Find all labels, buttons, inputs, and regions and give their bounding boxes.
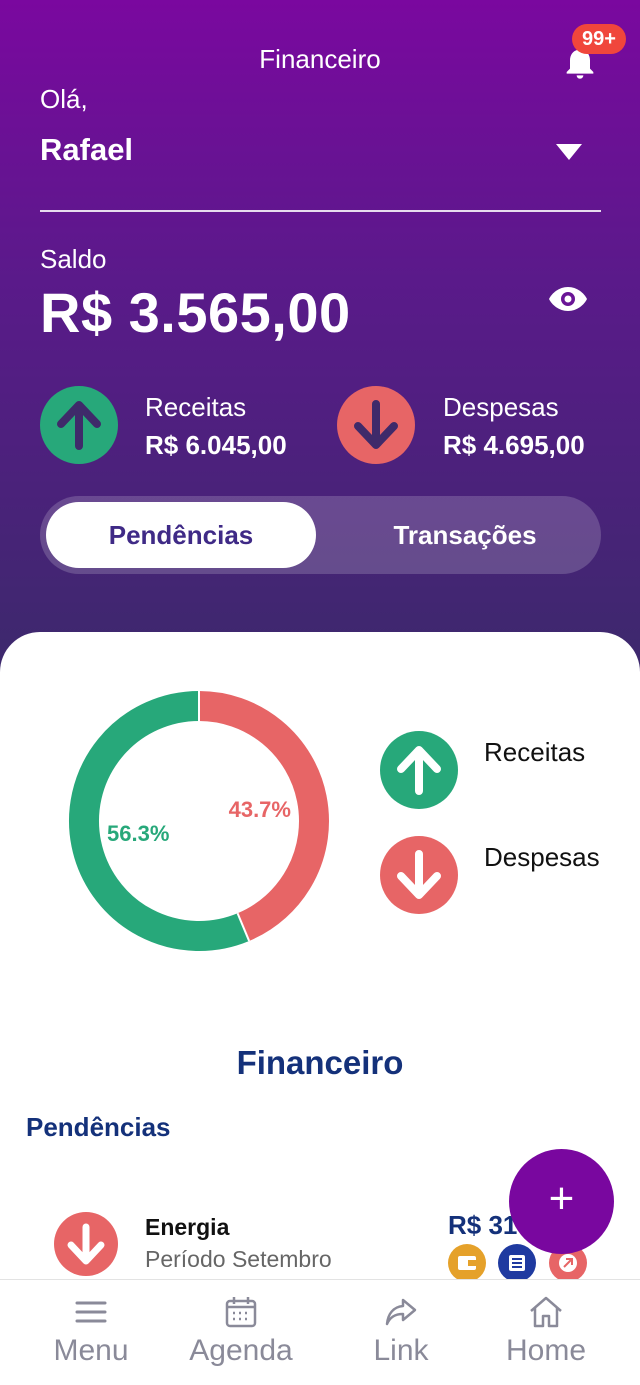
page-title: Financeiro [259,44,381,74]
expense-legend-icon [380,836,458,914]
balance-label: Saldo [40,244,107,274]
income-arrow-icon [40,386,118,464]
notification-badge[interactable]: 99+ [572,24,626,54]
list-details-icon[interactable] [498,1244,536,1282]
eye-icon[interactable] [548,284,588,314]
calendar-icon [225,1297,257,1328]
expense-value: R$ 4.695,00 [443,430,585,460]
header: Financeiro 99+ Olá, Rafael Saldo R$ 3.56… [0,0,640,700]
section-subtitle: Pendências [26,1112,171,1142]
wallet-icon[interactable] [448,1244,486,1282]
nav-menu[interactable]: Menu [20,1280,162,1385]
add-button[interactable]: + [509,1149,614,1254]
tab-transacoes[interactable]: Transações [330,502,600,568]
bottom-nav: Menu Agenda Link Home [0,1279,640,1385]
nav-agenda-label: Agenda [189,1334,293,1367]
nav-home[interactable]: Home [475,1280,617,1385]
nav-menu-label: Menu [53,1334,129,1367]
donut-label-receitas: 56.3% [107,821,169,846]
donut-chart: 43.7% 56.3% [69,691,329,951]
income-legend-icon [380,731,458,809]
income-value: R$ 6.045,00 [145,430,287,460]
list-item-title[interactable]: Energia [145,1214,229,1241]
expense-label: Despesas [443,392,559,422]
share-icon [385,1298,417,1326]
caret-down-icon[interactable] [556,144,582,160]
expense-arrow-icon [337,386,415,464]
donut-label-despesas: 43.7% [229,797,291,822]
nav-link[interactable]: Link [330,1280,472,1385]
nav-home-label: Home [505,1334,587,1367]
list-item-amount: R$ 31 [448,1210,518,1240]
section-title: Financeiro [236,1044,404,1081]
greeting: Olá, [40,84,88,114]
income-label: Receitas [145,392,247,422]
list-item-subtitle: Período Setembro [145,1246,332,1272]
expense-down-icon [54,1212,118,1276]
nav-agenda[interactable]: Agenda [170,1280,312,1385]
segmented-tabs: Pendências Transações [40,496,601,574]
divider [40,210,601,212]
nav-link-label: Link [373,1334,429,1367]
menu-icon [75,1301,107,1323]
home-icon [530,1296,562,1328]
tab-pendencias[interactable]: Pendências [46,502,316,568]
user-name[interactable]: Rafael [40,132,133,168]
balance-value: R$ 3.565,00 [40,281,351,344]
legend-income-label: Receitas [484,737,586,767]
legend-expense-label: Despesas [484,842,600,872]
